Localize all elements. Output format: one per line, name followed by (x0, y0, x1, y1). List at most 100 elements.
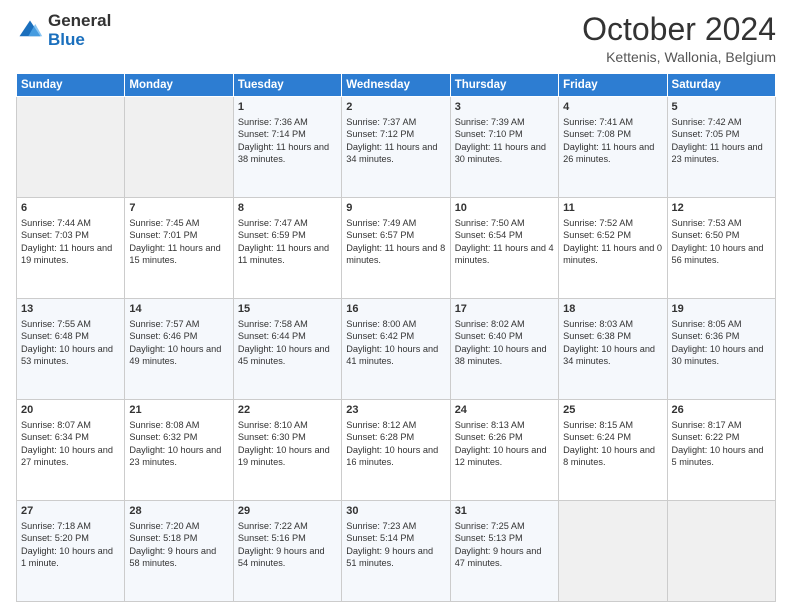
cell-content: Sunrise: 7:45 AMSunset: 7:01 PMDaylight:… (129, 217, 228, 267)
calendar-week-row: 20Sunrise: 8:07 AMSunset: 6:34 PMDayligh… (17, 400, 776, 501)
calendar-cell: 11Sunrise: 7:52 AMSunset: 6:52 PMDayligh… (559, 198, 667, 299)
cell-content: Sunrise: 8:10 AMSunset: 6:30 PMDaylight:… (238, 419, 337, 469)
day-header: Monday (125, 74, 233, 97)
cell-content: Sunrise: 8:12 AMSunset: 6:28 PMDaylight:… (346, 419, 445, 469)
cell-content: Sunrise: 7:36 AMSunset: 7:14 PMDaylight:… (238, 116, 337, 166)
cell-content: Sunrise: 7:52 AMSunset: 6:52 PMDaylight:… (563, 217, 662, 267)
header-row: SundayMondayTuesdayWednesdayThursdayFrid… (17, 74, 776, 97)
cell-content: Sunrise: 8:17 AMSunset: 6:22 PMDaylight:… (672, 419, 771, 469)
cell-content: Sunrise: 7:25 AMSunset: 5:13 PMDaylight:… (455, 520, 554, 570)
calendar-cell: 30Sunrise: 7:23 AMSunset: 5:14 PMDayligh… (342, 501, 450, 602)
day-number: 15 (238, 302, 337, 317)
cell-content: Sunrise: 8:07 AMSunset: 6:34 PMDaylight:… (21, 419, 120, 469)
header: General Blue October 2024 Kettenis, Wall… (16, 12, 776, 65)
calendar-cell: 3Sunrise: 7:39 AMSunset: 7:10 PMDaylight… (450, 97, 558, 198)
calendar-cell (559, 501, 667, 602)
calendar-cell: 22Sunrise: 8:10 AMSunset: 6:30 PMDayligh… (233, 400, 341, 501)
calendar-cell: 15Sunrise: 7:58 AMSunset: 6:44 PMDayligh… (233, 299, 341, 400)
day-number: 13 (21, 302, 120, 317)
calendar-week-row: 6Sunrise: 7:44 AMSunset: 7:03 PMDaylight… (17, 198, 776, 299)
calendar-cell: 31Sunrise: 7:25 AMSunset: 5:13 PMDayligh… (450, 501, 558, 602)
day-number: 27 (21, 504, 120, 519)
day-number: 9 (346, 201, 445, 216)
day-number: 30 (346, 504, 445, 519)
day-number: 1 (238, 100, 337, 115)
day-number: 16 (346, 302, 445, 317)
cell-content: Sunrise: 7:41 AMSunset: 7:08 PMDaylight:… (563, 116, 662, 166)
calendar-page: General Blue October 2024 Kettenis, Wall… (0, 0, 792, 612)
day-number: 19 (672, 302, 771, 317)
day-number: 5 (672, 100, 771, 115)
day-number: 18 (563, 302, 662, 317)
day-number: 24 (455, 403, 554, 418)
calendar-cell: 12Sunrise: 7:53 AMSunset: 6:50 PMDayligh… (667, 198, 775, 299)
calendar-cell: 5Sunrise: 7:42 AMSunset: 7:05 PMDaylight… (667, 97, 775, 198)
title-block: October 2024 Kettenis, Wallonia, Belgium (582, 12, 776, 65)
cell-content: Sunrise: 7:47 AMSunset: 6:59 PMDaylight:… (238, 217, 337, 267)
calendar-cell: 21Sunrise: 8:08 AMSunset: 6:32 PMDayligh… (125, 400, 233, 501)
cell-content: Sunrise: 7:18 AMSunset: 5:20 PMDaylight:… (21, 520, 120, 570)
day-number: 12 (672, 201, 771, 216)
calendar-cell (17, 97, 125, 198)
logo-general-label: General (48, 12, 111, 31)
day-number: 28 (129, 504, 228, 519)
day-header: Thursday (450, 74, 558, 97)
day-number: 26 (672, 403, 771, 418)
day-number: 2 (346, 100, 445, 115)
calendar-cell: 20Sunrise: 8:07 AMSunset: 6:34 PMDayligh… (17, 400, 125, 501)
month-title: October 2024 (582, 12, 776, 47)
calendar-cell: 4Sunrise: 7:41 AMSunset: 7:08 PMDaylight… (559, 97, 667, 198)
cell-content: Sunrise: 7:55 AMSunset: 6:48 PMDaylight:… (21, 318, 120, 368)
cell-content: Sunrise: 8:00 AMSunset: 6:42 PMDaylight:… (346, 318, 445, 368)
day-header: Tuesday (233, 74, 341, 97)
calendar-table: SundayMondayTuesdayWednesdayThursdayFrid… (16, 73, 776, 602)
calendar-cell: 2Sunrise: 7:37 AMSunset: 7:12 PMDaylight… (342, 97, 450, 198)
cell-content: Sunrise: 8:15 AMSunset: 6:24 PMDaylight:… (563, 419, 662, 469)
calendar-cell: 28Sunrise: 7:20 AMSunset: 5:18 PMDayligh… (125, 501, 233, 602)
calendar-cell: 6Sunrise: 7:44 AMSunset: 7:03 PMDaylight… (17, 198, 125, 299)
calendar-cell: 16Sunrise: 8:00 AMSunset: 6:42 PMDayligh… (342, 299, 450, 400)
day-number: 7 (129, 201, 228, 216)
cell-content: Sunrise: 7:53 AMSunset: 6:50 PMDaylight:… (672, 217, 771, 267)
cell-content: Sunrise: 7:50 AMSunset: 6:54 PMDaylight:… (455, 217, 554, 267)
day-number: 6 (21, 201, 120, 216)
cell-content: Sunrise: 7:39 AMSunset: 7:10 PMDaylight:… (455, 116, 554, 166)
day-header: Sunday (17, 74, 125, 97)
calendar-week-row: 27Sunrise: 7:18 AMSunset: 5:20 PMDayligh… (17, 501, 776, 602)
location-label: Kettenis, Wallonia, Belgium (582, 49, 776, 65)
calendar-cell: 1Sunrise: 7:36 AMSunset: 7:14 PMDaylight… (233, 97, 341, 198)
calendar-week-row: 13Sunrise: 7:55 AMSunset: 6:48 PMDayligh… (17, 299, 776, 400)
day-header: Friday (559, 74, 667, 97)
calendar-cell: 23Sunrise: 8:12 AMSunset: 6:28 PMDayligh… (342, 400, 450, 501)
cell-content: Sunrise: 8:03 AMSunset: 6:38 PMDaylight:… (563, 318, 662, 368)
calendar-cell: 7Sunrise: 7:45 AMSunset: 7:01 PMDaylight… (125, 198, 233, 299)
calendar-cell: 13Sunrise: 7:55 AMSunset: 6:48 PMDayligh… (17, 299, 125, 400)
calendar-cell: 17Sunrise: 8:02 AMSunset: 6:40 PMDayligh… (450, 299, 558, 400)
day-number: 21 (129, 403, 228, 418)
day-header: Wednesday (342, 74, 450, 97)
calendar-week-row: 1Sunrise: 7:36 AMSunset: 7:14 PMDaylight… (17, 97, 776, 198)
calendar-cell: 26Sunrise: 8:17 AMSunset: 6:22 PMDayligh… (667, 400, 775, 501)
day-number: 29 (238, 504, 337, 519)
calendar-cell: 8Sunrise: 7:47 AMSunset: 6:59 PMDaylight… (233, 198, 341, 299)
day-number: 31 (455, 504, 554, 519)
day-number: 20 (21, 403, 120, 418)
calendar-cell: 14Sunrise: 7:57 AMSunset: 6:46 PMDayligh… (125, 299, 233, 400)
day-number: 17 (455, 302, 554, 317)
calendar-cell: 27Sunrise: 7:18 AMSunset: 5:20 PMDayligh… (17, 501, 125, 602)
cell-content: Sunrise: 7:58 AMSunset: 6:44 PMDaylight:… (238, 318, 337, 368)
logo-text: General Blue (48, 12, 111, 49)
day-number: 4 (563, 100, 662, 115)
calendar-cell: 19Sunrise: 8:05 AMSunset: 6:36 PMDayligh… (667, 299, 775, 400)
day-number: 22 (238, 403, 337, 418)
cell-content: Sunrise: 7:49 AMSunset: 6:57 PMDaylight:… (346, 217, 445, 267)
calendar-cell (125, 97, 233, 198)
day-header: Saturday (667, 74, 775, 97)
cell-content: Sunrise: 7:22 AMSunset: 5:16 PMDaylight:… (238, 520, 337, 570)
calendar-cell: 18Sunrise: 8:03 AMSunset: 6:38 PMDayligh… (559, 299, 667, 400)
cell-content: Sunrise: 7:37 AMSunset: 7:12 PMDaylight:… (346, 116, 445, 166)
cell-content: Sunrise: 8:02 AMSunset: 6:40 PMDaylight:… (455, 318, 554, 368)
day-number: 25 (563, 403, 662, 418)
calendar-cell: 9Sunrise: 7:49 AMSunset: 6:57 PMDaylight… (342, 198, 450, 299)
day-number: 14 (129, 302, 228, 317)
